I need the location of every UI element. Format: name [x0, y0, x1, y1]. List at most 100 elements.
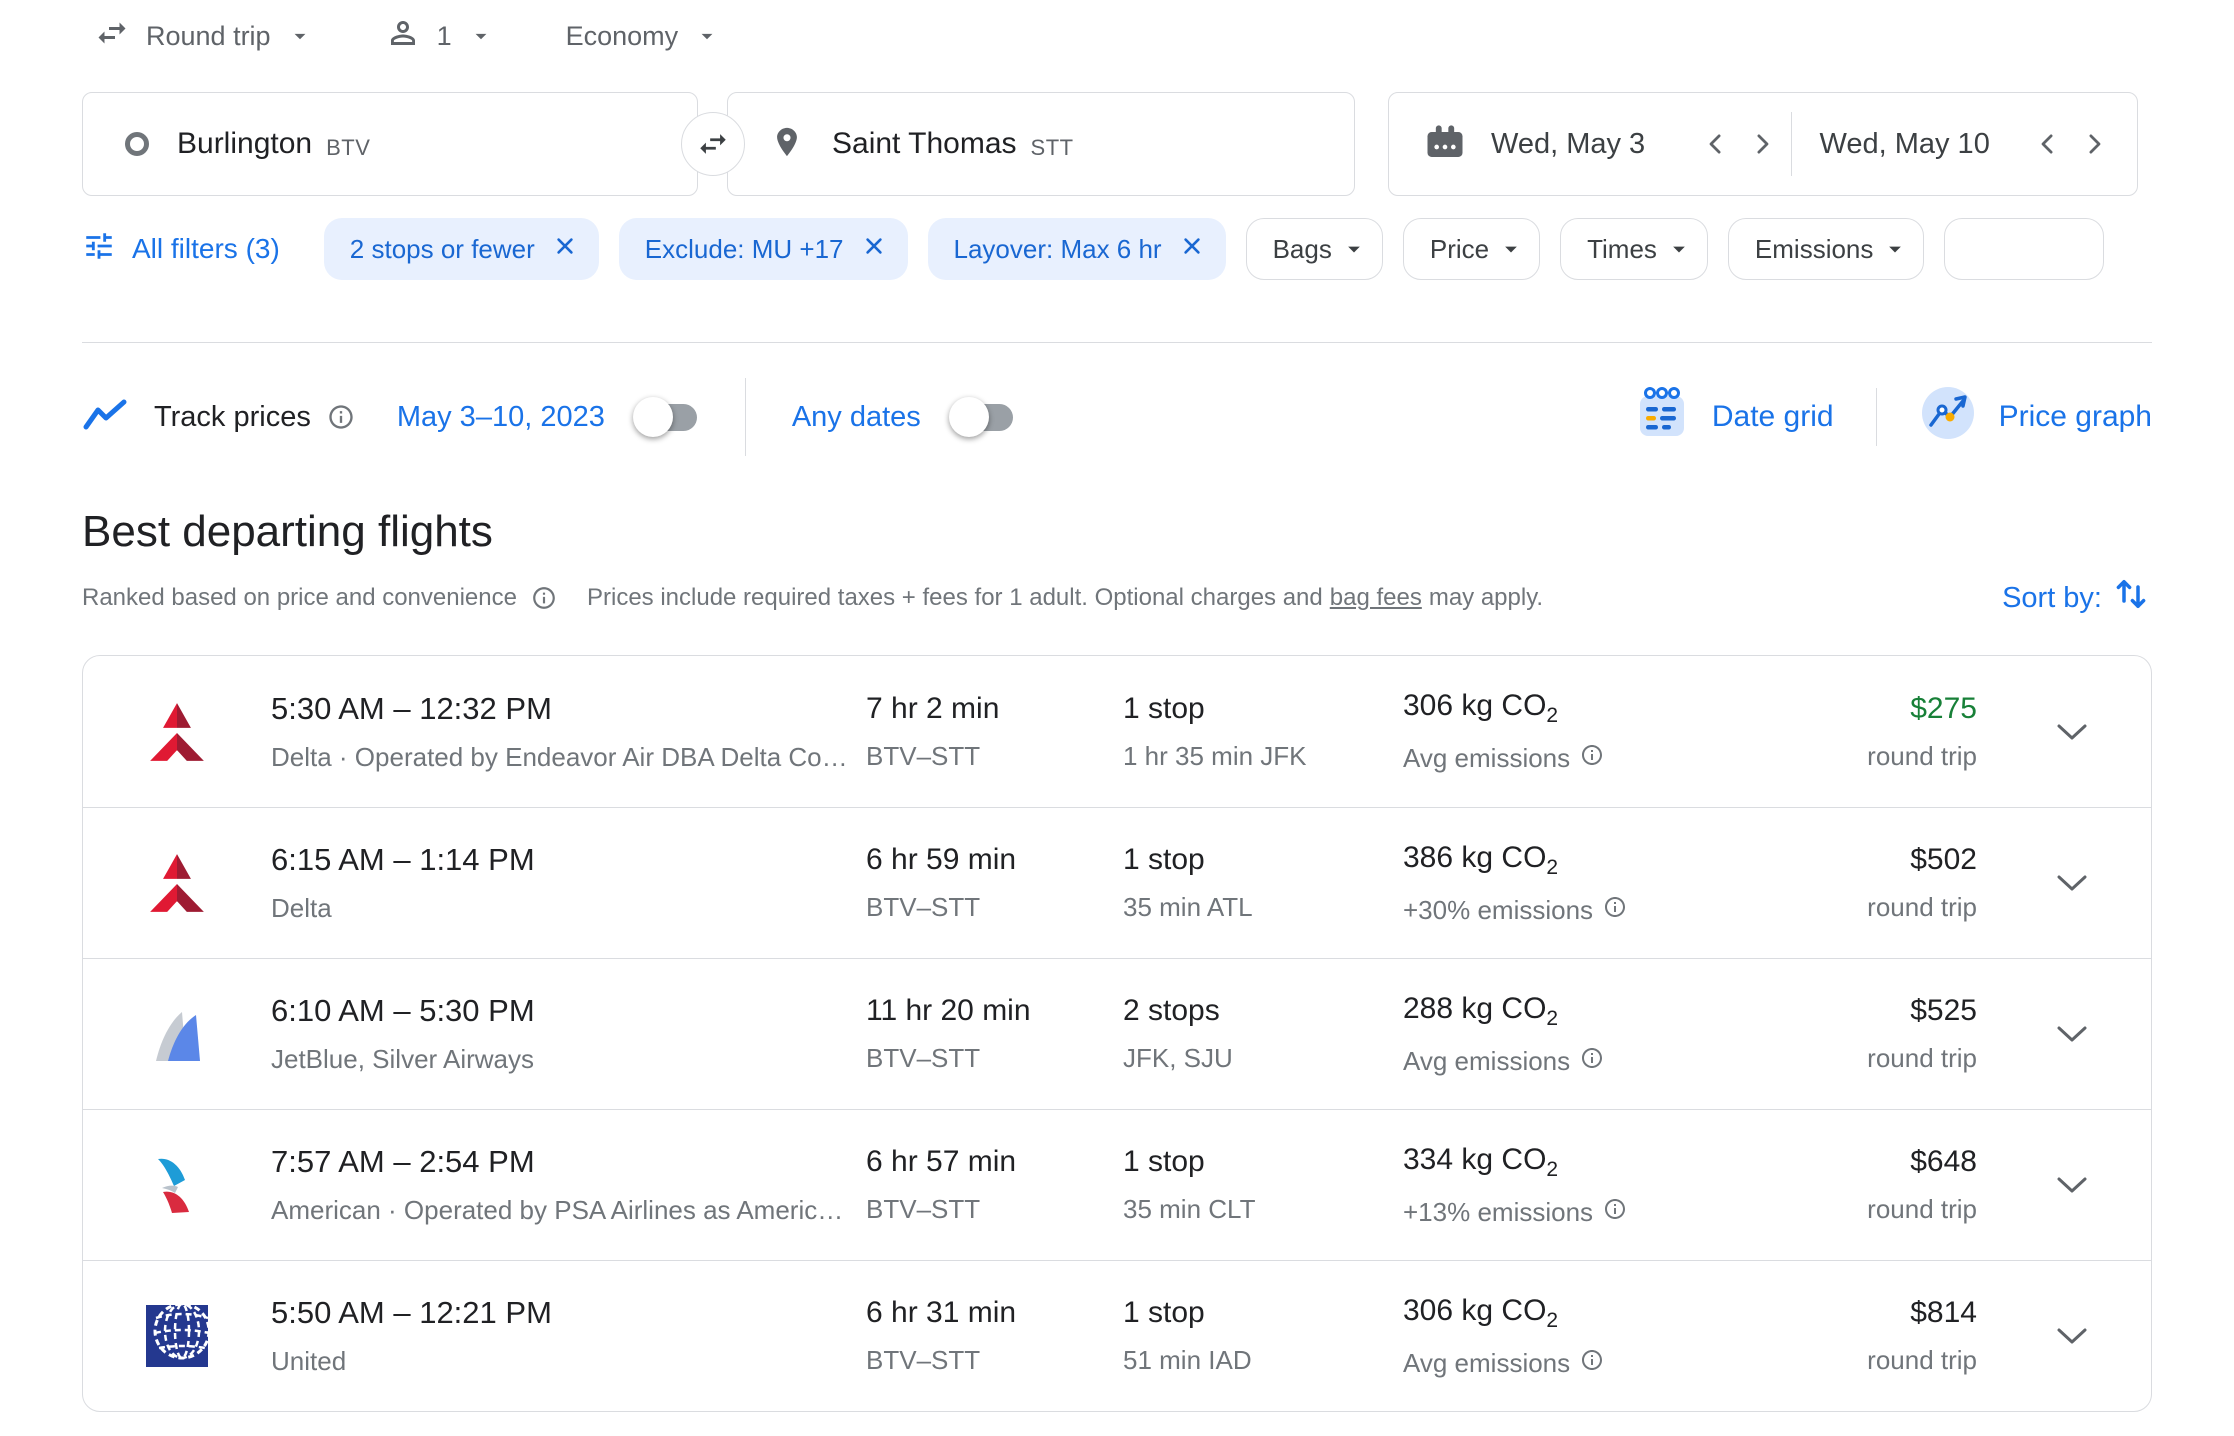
- active-filter-chip[interactable]: Layover: Max 6 hr: [928, 218, 1226, 280]
- track-prices-label: Track prices: [154, 401, 311, 434]
- stops-count: 1 stop: [1123, 1296, 1403, 1330]
- expand-flight-button[interactable]: [2040, 1304, 2104, 1368]
- origin-city: Burlington: [177, 127, 312, 161]
- flight-row[interactable]: 6:10 AM – 5:30 PM JetBlue, Silver Airway…: [83, 958, 2151, 1109]
- any-dates-toggle[interactable]: [949, 397, 1015, 437]
- swap-airports-button[interactable]: [681, 112, 745, 176]
- bag-fees-link[interactable]: bag fees: [1330, 584, 1422, 611]
- track-date-range-option[interactable]: May 3–10, 2023: [397, 401, 605, 434]
- flight-times: 6:15 AM – 1:14 PM: [271, 842, 866, 878]
- info-icon[interactable]: [1580, 1348, 1604, 1379]
- flight-row[interactable]: 5:30 AM – 12:32 PM Delta · Operated by E…: [83, 656, 2151, 807]
- close-icon[interactable]: [1178, 232, 1206, 267]
- info-icon[interactable]: [1603, 895, 1627, 926]
- info-icon[interactable]: [1580, 1046, 1604, 1077]
- track-date-range-toggle[interactable]: [633, 397, 699, 437]
- stops-detail: 51 min IAD: [1123, 1345, 1403, 1376]
- cabin-class-selector[interactable]: Economy: [566, 21, 721, 52]
- info-icon[interactable]: [1580, 743, 1604, 774]
- section-divider: [82, 342, 2152, 343]
- info-icon[interactable]: [1603, 1197, 1627, 1228]
- date-grid-button[interactable]: Date grid: [1632, 384, 1834, 450]
- vertical-divider: [745, 378, 746, 456]
- departure-date[interactable]: Wed, May 3: [1491, 128, 1645, 161]
- destination-airport-code: STT: [1031, 128, 1074, 161]
- date-grid-icon: [1632, 384, 1690, 450]
- stops-detail: 1 hr 35 min JFK: [1123, 741, 1403, 772]
- expand-flight-button[interactable]: [2040, 1002, 2104, 1066]
- flight-route: BTV–STT: [866, 1194, 1123, 1225]
- return-date-previous-button[interactable]: [2025, 121, 2071, 167]
- active-filter-chip[interactable]: 2 stops or fewer: [324, 218, 599, 280]
- close-icon[interactable]: [551, 232, 579, 267]
- destination-city: Saint Thomas: [832, 127, 1017, 161]
- trip-type-note: round trip: [1721, 1345, 1977, 1376]
- any-dates-option[interactable]: Any dates: [792, 401, 921, 434]
- active-filter-chip[interactable]: Exclude: MU +17: [619, 218, 908, 280]
- carrier-note: Delta: [271, 893, 856, 924]
- passengers-selector[interactable]: 1: [385, 15, 494, 58]
- flight-route: BTV–STT: [866, 892, 1123, 923]
- stops-count: 1 stop: [1123, 1145, 1403, 1179]
- date-divider: [1791, 112, 1792, 176]
- price-graph-button[interactable]: Price graph: [1919, 384, 2152, 450]
- price-graph-icon: [1919, 384, 1977, 450]
- expand-flight-button[interactable]: [2040, 1153, 2104, 1217]
- price: $275: [1721, 692, 1977, 726]
- info-icon[interactable]: [327, 403, 355, 431]
- flight-duration: 6 hr 57 min: [866, 1145, 1123, 1179]
- flight-row[interactable]: 5:50 AM – 12:21 PM United 6 hr 31 min BT…: [83, 1260, 2151, 1411]
- price-graph-label: Price graph: [1999, 400, 2152, 434]
- co2-amount: 306 kg CO2: [1403, 689, 1721, 728]
- filter-dropdown-chip[interactable]: Price: [1403, 218, 1540, 280]
- emissions-note: +13% emissions: [1403, 1197, 1593, 1228]
- trip-type-selector[interactable]: Round trip: [94, 15, 313, 58]
- flight-row[interactable]: 6:15 AM – 1:14 PM Delta 6 hr 59 min BTV–…: [83, 807, 2151, 958]
- trip-type-note: round trip: [1721, 1194, 1977, 1225]
- calendar-icon: [1425, 122, 1465, 167]
- sort-by-button[interactable]: Sort by:: [2002, 573, 2152, 623]
- vertical-divider: [1876, 388, 1877, 446]
- chevron-down-icon: [287, 23, 313, 49]
- expand-flight-button[interactable]: [2040, 700, 2104, 764]
- track-prices-controls: Track prices May 3–10, 2023 Any dates: [82, 378, 1015, 456]
- trip-options-toolbar: Round trip 1 Economy: [94, 10, 2152, 62]
- airline-logo: [83, 1305, 271, 1367]
- track-prices-row: Track prices May 3–10, 2023 Any dates Da…: [82, 377, 2152, 457]
- carrier-note: Delta · Operated by Endeavor Air DBA Del…: [271, 742, 856, 773]
- filter-chip-label: Layover: Max 6 hr: [954, 234, 1162, 265]
- sort-arrows-icon: [2110, 573, 2152, 623]
- view-switchers: Date grid Price graph: [1632, 384, 2152, 450]
- flight-duration: 6 hr 31 min: [866, 1296, 1123, 1330]
- chevron-down-icon: [1881, 235, 1909, 263]
- united-logo-icon: [146, 1305, 208, 1367]
- close-icon[interactable]: [860, 232, 888, 267]
- info-icon[interactable]: [531, 585, 557, 611]
- stops-count: 2 stops: [1123, 994, 1403, 1028]
- all-filters-button[interactable]: All filters (3): [82, 229, 280, 270]
- destination-field[interactable]: Saint Thomas STT: [727, 92, 1355, 196]
- departure-date-previous-button[interactable]: [1693, 121, 1739, 167]
- flight-row[interactable]: 7:57 AM – 2:54 PM American · Operated by…: [83, 1109, 2151, 1260]
- departure-date-next-button[interactable]: [1739, 121, 1785, 167]
- swap-arrows-icon: [696, 127, 730, 161]
- return-date-next-button[interactable]: [2071, 121, 2117, 167]
- emissions-note: +30% emissions: [1403, 895, 1593, 926]
- fees-note: Prices include required taxes + fees for…: [587, 584, 1543, 612]
- filter-dropdown-chip[interactable]: Bags: [1246, 218, 1383, 280]
- ranked-note: Ranked based on price and convenience: [82, 584, 517, 612]
- flight-duration: 6 hr 59 min: [866, 843, 1123, 877]
- origin-field[interactable]: Burlington BTV: [82, 92, 698, 196]
- filter-dropdown-chip[interactable]: Times: [1560, 218, 1708, 280]
- return-date[interactable]: Wed, May 10: [1820, 128, 1990, 161]
- place-pin-icon: [770, 125, 804, 164]
- filter-dropdown-chip[interactable]: Emissions: [1728, 218, 1924, 280]
- clipped-filter-chip[interactable]: [1944, 218, 2104, 280]
- carrier-note: American · Operated by PSA Airlines as A…: [271, 1195, 856, 1226]
- carrier-note: United: [271, 1346, 856, 1377]
- price: $502: [1721, 843, 1977, 877]
- flight-times: 6:10 AM – 5:30 PM: [271, 993, 866, 1029]
- chevron-down-icon: [1497, 235, 1525, 263]
- stops-detail: 35 min CLT: [1123, 1194, 1403, 1225]
- expand-flight-button[interactable]: [2040, 851, 2104, 915]
